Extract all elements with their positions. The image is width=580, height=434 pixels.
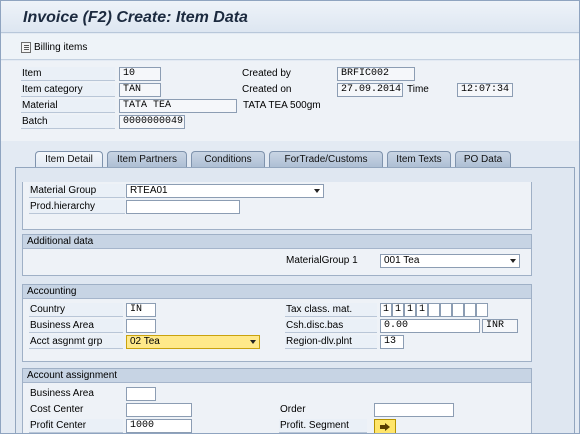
prod-hierarchy-field[interactable]	[126, 200, 240, 214]
created-by-label: Created by	[242, 68, 291, 79]
cost-center-label: Cost Center	[30, 404, 84, 415]
sap-window: Invoice (F2) Create: Item Data Billing i…	[0, 0, 580, 434]
currency-field[interactable]: INR	[482, 319, 518, 333]
item-category-field[interactable]: TAN	[119, 83, 161, 97]
profit-center-field[interactable]: 1000	[126, 419, 192, 433]
item-category-label: Item category	[21, 83, 115, 97]
time-label: Time	[407, 84, 429, 95]
material-group-section: Material Group RTEA01 Prod.hierarchy	[22, 182, 532, 230]
document-list-icon	[21, 41, 31, 53]
tax-class-field-8[interactable]	[464, 303, 476, 317]
cash-discount-label: Csh.disc.bas	[285, 319, 377, 333]
tax-class-field-4[interactable]: 1	[416, 303, 428, 317]
tab-strip: Item Detail Item Partners Conditions For…	[15, 151, 575, 168]
material-field[interactable]: TATA TEA	[119, 99, 237, 113]
tax-class-field-5[interactable]	[428, 303, 440, 317]
tab-content-item-detail: Material Group RTEA01 Prod.hierarchy Add…	[15, 167, 575, 433]
batch-field[interactable]: 0000000049	[119, 115, 185, 129]
material-group-label: Material Group	[29, 184, 125, 198]
item-label: Item	[21, 67, 115, 81]
business-area-field[interactable]	[126, 319, 156, 333]
order-field[interactable]	[374, 403, 454, 417]
accounting-section: Accounting Country IN Business Area Acct…	[22, 284, 532, 362]
prod-hierarchy-label: Prod.hierarchy	[29, 200, 125, 214]
tab-conditions[interactable]: Conditions	[191, 151, 265, 167]
material-group-select[interactable]: RTEA01	[126, 184, 324, 198]
page-title: Invoice (F2) Create: Item Data	[23, 9, 248, 26]
tax-class-label: Tax class. mat.	[285, 303, 377, 317]
arrow-right-icon	[380, 422, 390, 431]
title-bar: Invoice (F2) Create: Item Data	[1, 1, 579, 33]
business-area-label: Business Area	[29, 319, 123, 333]
tax-class-field-2[interactable]: 1	[392, 303, 404, 317]
tab-item-detail[interactable]: Item Detail	[35, 151, 103, 168]
account-assignment-section: Account assignment Business Area Cost Ce…	[22, 368, 532, 433]
profit-segment-label: Profit. Segment	[279, 419, 367, 433]
created-by-field[interactable]: BRFIC002	[337, 67, 415, 81]
additional-data-section: Additional data MaterialGroup 1 001 Tea	[22, 234, 532, 276]
country-field[interactable]: IN	[126, 303, 156, 317]
acct-assignment-group-select[interactable]: 02 Tea	[126, 335, 260, 349]
chevron-down-icon	[314, 189, 320, 193]
batch-label: Batch	[21, 115, 115, 129]
item-field[interactable]: 10	[119, 67, 161, 81]
material-group1-label: MaterialGroup 1	[286, 255, 358, 266]
cost-center-field[interactable]	[126, 403, 192, 417]
cash-discount-field[interactable]: 0.00	[380, 319, 480, 333]
billing-items-button[interactable]: Billing items	[21, 39, 87, 55]
aa-business-area-label: Business Area	[30, 388, 94, 399]
tab-fortrade-customs[interactable]: ForTrade/Customs	[269, 151, 383, 167]
material-group-value: RTEA01	[130, 185, 168, 196]
tax-class-field-6[interactable]	[440, 303, 452, 317]
region-field[interactable]: 13	[380, 335, 404, 349]
tax-class-field-1[interactable]: 1	[380, 303, 392, 317]
tab-item-texts[interactable]: Item Texts	[387, 151, 451, 167]
profit-center-label: Profit Center	[29, 419, 123, 433]
account-assignment-header: Account assignment	[23, 369, 531, 383]
billing-items-label: Billing items	[34, 41, 88, 53]
order-label: Order	[280, 404, 306, 415]
material-group1-value: 001 Tea	[384, 255, 420, 266]
accounting-header: Accounting	[23, 285, 531, 299]
tax-class-field-7[interactable]	[452, 303, 464, 317]
aa-business-area-field[interactable]	[126, 387, 156, 401]
tab-po-data[interactable]: PO Data	[455, 151, 511, 167]
material-description: TATA TEA 500gm	[243, 100, 321, 111]
created-on-field[interactable]: 27.09.2014	[337, 83, 403, 97]
material-label: Material	[21, 99, 115, 113]
additional-data-header: Additional data	[23, 235, 531, 249]
tax-class-field-9[interactable]	[476, 303, 488, 317]
country-label: Country	[29, 303, 123, 317]
region-label: Region-dlv.plnt	[285, 335, 377, 349]
acct-assignment-group-label: Acct asgnmt grp	[29, 335, 123, 349]
tab-item-partners[interactable]: Item Partners	[107, 151, 187, 167]
item-header: Item 10 Item category TAN Material TATA …	[1, 61, 579, 141]
profit-segment-button[interactable]	[374, 419, 396, 433]
acct-assignment-group-value: 02 Tea	[130, 336, 160, 347]
chevron-down-icon	[250, 340, 256, 344]
chevron-down-icon	[510, 259, 516, 263]
created-on-label: Created on	[242, 84, 292, 95]
time-field[interactable]: 12:07:34	[457, 83, 513, 97]
material-group1-select[interactable]: 001 Tea	[380, 254, 520, 268]
tax-class-field-3[interactable]: 1	[404, 303, 416, 317]
application-toolbar: Billing items	[1, 34, 579, 60]
